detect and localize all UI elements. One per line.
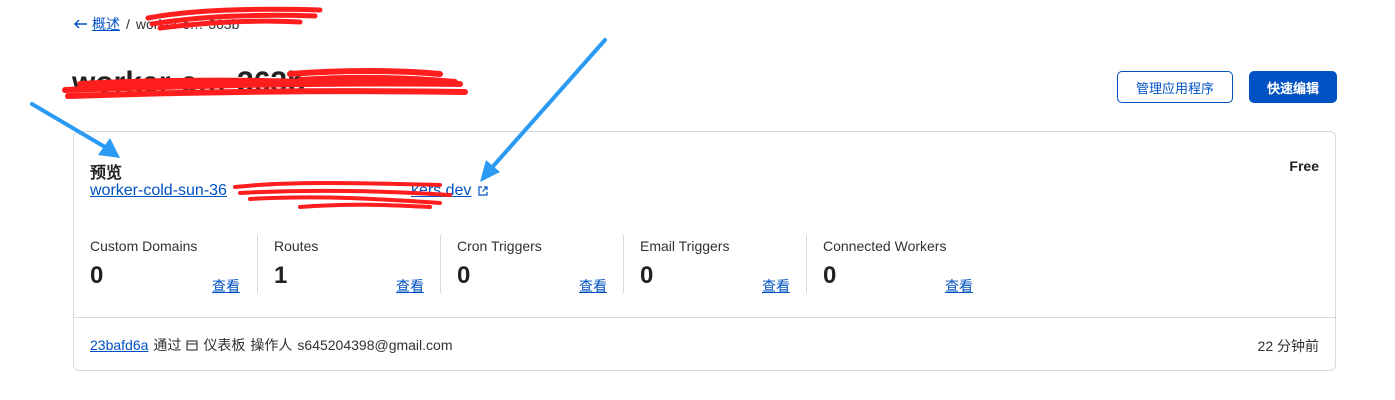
- stat-email-triggers: Email Triggers 0 查看: [623, 235, 806, 296]
- deployment-footer: 23bafd6a 通过 仪表板 操作人 s645204398@gmail.com…: [74, 317, 1335, 371]
- deployment-source: 仪表板: [203, 337, 246, 353]
- quick-edit-button[interactable]: 快速编辑: [1249, 71, 1337, 103]
- calendar-icon: [186, 340, 198, 351]
- arrow-left-icon: [74, 19, 87, 29]
- preview-url-link[interactable]: worker-cold-sun-36 kers.dev: [90, 182, 489, 200]
- commit-link[interactable]: 23bafd6a: [90, 337, 148, 353]
- preview-url-suffix: kers.dev: [410, 182, 472, 199]
- external-link-icon: [478, 186, 489, 196]
- operator-email: s645204398@gmail.com: [297, 337, 453, 353]
- deployment-time: 22 分钟前: [1257, 338, 1319, 354]
- view-connected-workers-link[interactable]: 查看: [945, 276, 973, 296]
- breadcrumb-back-label: 概述: [92, 16, 120, 32]
- stat-label: Custom Domains: [90, 238, 198, 254]
- page-title: worker-c…-363b: [72, 66, 306, 99]
- view-routes-link[interactable]: 查看: [396, 276, 424, 296]
- breadcrumb-separator: /: [126, 16, 130, 32]
- operator-label: 操作人: [250, 337, 293, 353]
- breadcrumb: 概述 / worker-c…-363b: [74, 14, 239, 34]
- preview-label: 预览: [90, 165, 123, 182]
- stat-custom-domains: Custom Domains 0 查看: [74, 235, 257, 296]
- view-cron-triggers-link[interactable]: 查看: [579, 276, 607, 296]
- worker-overview-card: 预览 Free worker-cold-sun-36 kers.dev Cust…: [73, 131, 1336, 371]
- view-custom-domains-link[interactable]: 查看: [212, 276, 240, 296]
- manage-apps-button[interactable]: 管理应用程序: [1117, 71, 1233, 103]
- plan-badge: Free: [1289, 158, 1319, 174]
- stat-value: 0: [457, 262, 471, 289]
- breadcrumb-current: worker-c…-363b: [135, 16, 240, 32]
- stats-row: Custom Domains 0 查看 Routes 1 查看 Cron Tri…: [74, 235, 994, 295]
- stat-routes: Routes 1 查看: [257, 235, 440, 296]
- stat-value: 0: [640, 262, 654, 289]
- stat-cron-triggers: Cron Triggers 0 查看: [440, 235, 623, 296]
- preview-url-prefix: worker-cold-sun-36: [90, 182, 227, 199]
- stat-label: Connected Workers: [823, 238, 947, 254]
- stat-value: 0: [823, 262, 837, 289]
- stat-label: Cron Triggers: [457, 238, 542, 254]
- view-email-triggers-link[interactable]: 查看: [762, 276, 790, 296]
- via-label: 通过: [153, 337, 182, 353]
- stat-label: Email Triggers: [640, 238, 730, 254]
- breadcrumb-back-link[interactable]: 概述: [74, 14, 120, 34]
- stat-value: 0: [90, 262, 104, 289]
- stat-label: Routes: [274, 238, 319, 254]
- deployment-info: 23bafd6a 通过 仪表板 操作人 s645204398@gmail.com: [90, 335, 453, 355]
- stat-connected-workers: Connected Workers 0 查看: [806, 235, 989, 296]
- stat-value: 1: [274, 262, 288, 289]
